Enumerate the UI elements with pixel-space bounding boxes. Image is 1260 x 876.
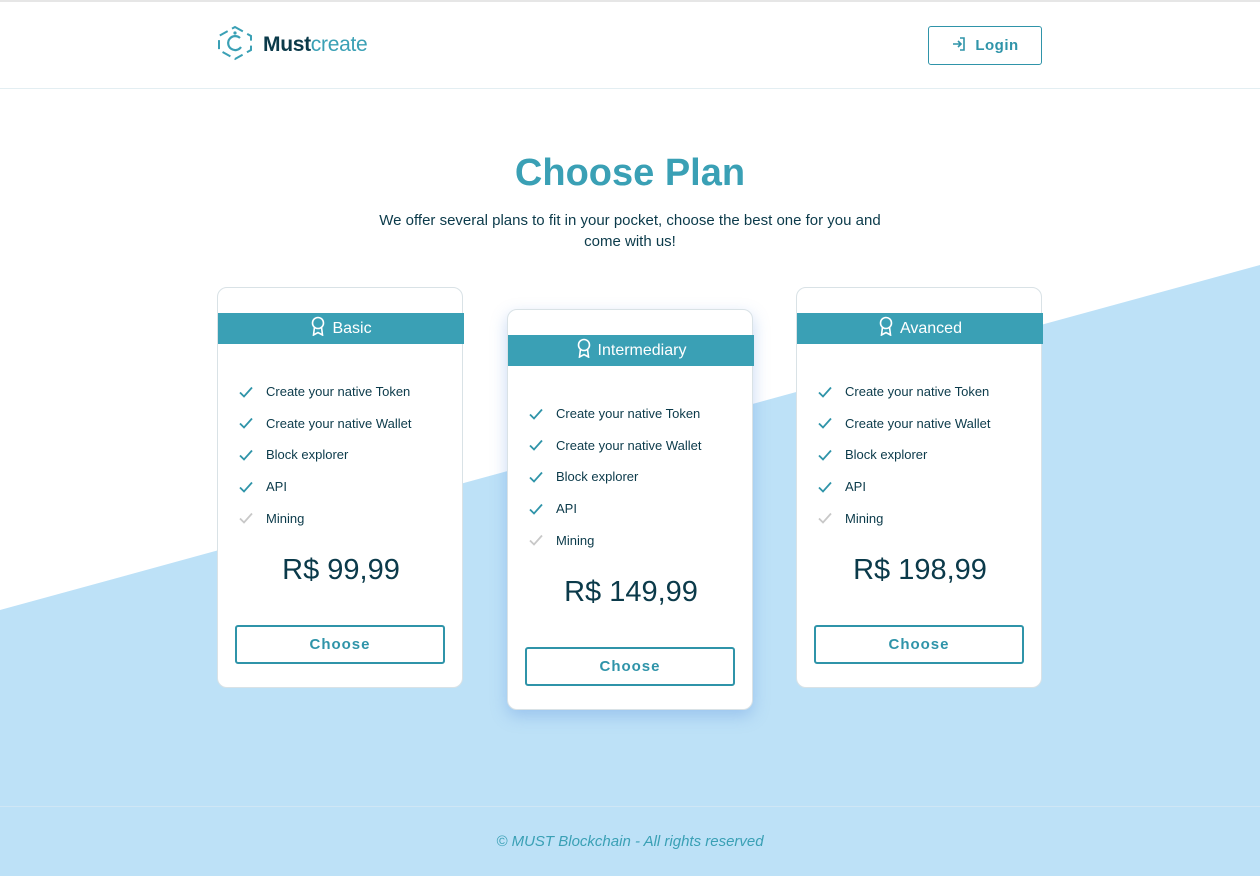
- check-icon: [238, 415, 254, 431]
- brand-name: Mustcreate: [263, 33, 368, 57]
- check-icon: [528, 406, 544, 422]
- check-icon: [528, 501, 544, 517]
- check-icon: [528, 469, 544, 485]
- check-icon: [817, 384, 833, 400]
- award-ribbon-icon: [310, 316, 326, 341]
- plan-name: Avanced: [900, 319, 962, 337]
- feature-item: Mining: [238, 502, 411, 534]
- feature-label: Create your native Wallet: [845, 415, 991, 431]
- check-icon: [238, 510, 254, 526]
- feature-item: Create your native Wallet: [528, 430, 701, 462]
- brand-logo[interactable]: Mustcreate: [215, 25, 368, 66]
- plan-header: Avanced: [797, 313, 1043, 344]
- feature-label: Block explorer: [845, 447, 928, 463]
- feature-label: Mining: [845, 510, 884, 526]
- feature-list: Create your native Token Create your nati…: [238, 376, 411, 534]
- feature-item: Create your native Token: [238, 376, 411, 408]
- plan-price: R$ 99,99: [282, 554, 400, 586]
- feature-label: API: [266, 479, 287, 495]
- page-title: Choose Plan: [514, 152, 746, 194]
- feature-label: Create your native Token: [266, 384, 411, 400]
- choose-basic-button[interactable]: Choose: [235, 625, 445, 664]
- feature-label: Create your native Token: [845, 384, 990, 400]
- login-button[interactable]: Login: [928, 26, 1042, 65]
- feature-item: API: [238, 471, 411, 503]
- feature-label: Create your native Wallet: [556, 437, 702, 453]
- check-icon: [528, 437, 544, 453]
- check-icon: [238, 447, 254, 463]
- feature-label: Block explorer: [266, 447, 349, 463]
- plan-header: Basic: [218, 313, 464, 344]
- plan-price: R$ 198,99: [853, 554, 987, 586]
- check-icon: [817, 479, 833, 495]
- feature-item: Create your native Wallet: [817, 408, 990, 440]
- plan-price: R$ 149,99: [564, 576, 698, 608]
- feature-label: Mining: [556, 532, 595, 548]
- feature-label: API: [556, 501, 577, 517]
- feature-item: Create your native Token: [528, 398, 701, 430]
- brand-name-light: create: [310, 33, 368, 56]
- award-ribbon-icon: [878, 316, 894, 341]
- plan-header: Intermediary: [508, 335, 754, 366]
- feature-item: Create your native Token: [817, 376, 990, 408]
- feature-item: API: [528, 493, 701, 525]
- brand-name-bold: Must: [263, 33, 311, 56]
- check-icon: [528, 532, 544, 548]
- feature-item: Block explorer: [528, 461, 701, 493]
- plan-card-avanced: Avanced Create your native Token Create y…: [796, 287, 1043, 688]
- feature-item: Mining: [817, 502, 990, 534]
- page-subtitle: We offer several plans to fit in your po…: [379, 212, 881, 250]
- feature-item: API: [817, 471, 990, 503]
- check-icon: [817, 415, 833, 431]
- feature-label: Create your native Token: [556, 406, 701, 422]
- check-icon: [238, 384, 254, 400]
- check-icon: [817, 510, 833, 526]
- feature-list: Create your native Token Create your nati…: [817, 376, 990, 534]
- choose-intermediary-button[interactable]: Choose: [525, 647, 735, 686]
- feature-item: Create your native Wallet: [238, 408, 411, 440]
- feature-list: Create your native Token Create your nati…: [528, 398, 701, 556]
- plan-card-intermediary: Intermediary Create your native Token Cre…: [507, 309, 754, 710]
- feature-item: Mining: [528, 524, 701, 556]
- plan-card-basic: Basic Create your native Token Create you…: [217, 287, 464, 688]
- feature-item: Block explorer: [817, 439, 990, 471]
- check-icon: [817, 447, 833, 463]
- hexagon-logo-icon: [215, 25, 255, 66]
- login-label: Login: [975, 37, 1019, 54]
- plan-name: Basic: [332, 319, 372, 337]
- feature-label: Block explorer: [556, 469, 639, 485]
- footer: © MUST Blockchain - All rights reserved: [0, 806, 1260, 876]
- award-ribbon-icon: [576, 338, 592, 363]
- top-navbar: Mustcreate Login: [0, 0, 1260, 89]
- copyright-text: © MUST Blockchain - All rights reserved: [496, 833, 764, 850]
- feature-label: Create your native Wallet: [266, 415, 412, 431]
- login-arrow-icon: [951, 36, 967, 56]
- feature-item: Block explorer: [238, 439, 411, 471]
- choose-avanced-button[interactable]: Choose: [814, 625, 1024, 664]
- feature-label: Mining: [266, 510, 305, 526]
- feature-label: API: [845, 479, 866, 495]
- plan-name: Intermediary: [597, 341, 687, 359]
- check-icon: [238, 479, 254, 495]
